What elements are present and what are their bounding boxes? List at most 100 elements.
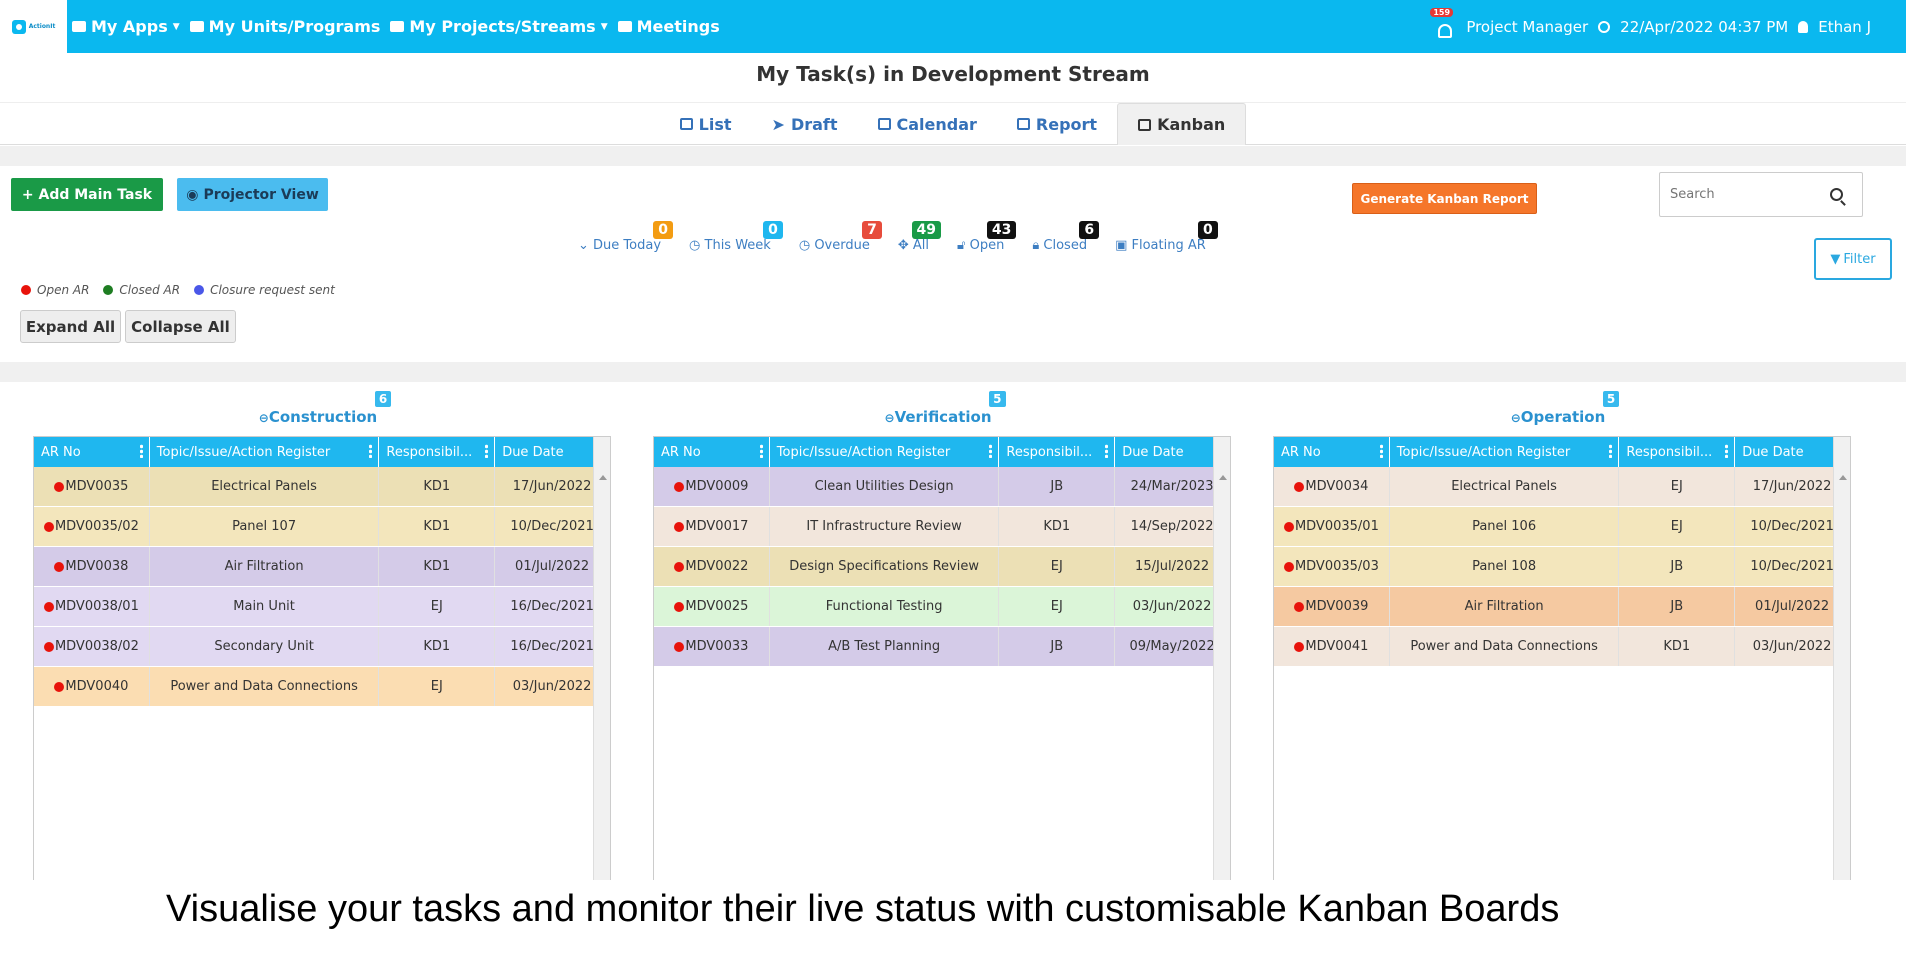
user-name[interactable]: Ethan J bbox=[1818, 18, 1871, 36]
stat-count-badge: 43 bbox=[986, 221, 1017, 239]
briefcase-icon bbox=[390, 21, 405, 32]
column-menu-icon[interactable] bbox=[1379, 444, 1383, 458]
grid-column-header[interactable]: Responsibil... bbox=[379, 437, 496, 467]
cell-ar[interactable]: MDV0022 bbox=[654, 547, 770, 586]
cell-topic: Clean Utilities Design bbox=[770, 467, 1000, 506]
divider-band bbox=[0, 362, 1906, 382]
nav-my-apps[interactable]: My Apps ▼ bbox=[72, 17, 180, 36]
column-menu-icon[interactable] bbox=[139, 444, 143, 458]
notifications-button[interactable]: 159 bbox=[1430, 7, 1456, 38]
table-row[interactable]: MDV0041 Power and Data Connections KD1 03/J… bbox=[1274, 627, 1850, 667]
table-row[interactable]: MDV0035/01 Panel 106 EJ 10/Dec/2021 bbox=[1274, 507, 1850, 547]
stat-floating-ar[interactable]: ▣ Floating AR 0 bbox=[1115, 221, 1218, 253]
table-row[interactable]: MDV0009 Clean Utilities Design JB 24/Mar/20… bbox=[654, 467, 1230, 507]
stat-all[interactable]: ✥ All 49 bbox=[898, 221, 942, 253]
cell-ar[interactable]: MDV0035 bbox=[34, 467, 150, 506]
cell-ar[interactable]: MDV0025 bbox=[654, 587, 770, 626]
grid-column-header[interactable]: AR No bbox=[654, 437, 770, 467]
column-title[interactable]: ⊖Verification 5 bbox=[885, 386, 1006, 426]
collapse-all-button[interactable]: Collapse All bbox=[125, 310, 236, 343]
table-row[interactable]: MDV0038/02 Secondary Unit KD1 16/Dec/2021 bbox=[34, 627, 610, 667]
cell-ar[interactable]: MDV0035/03 bbox=[1274, 547, 1390, 586]
cell-ar[interactable]: MDV0034 bbox=[1274, 467, 1390, 506]
cell-ar[interactable]: MDV0009 bbox=[654, 467, 770, 506]
generate-kanban-report-button[interactable]: Generate Kanban Report bbox=[1352, 183, 1537, 214]
status-dot bbox=[54, 681, 65, 692]
search-field bbox=[1659, 172, 1863, 217]
grid-column-header[interactable]: Topic/Issue/Action Register bbox=[770, 437, 1000, 467]
grid-column-header[interactable]: Topic/Issue/Action Register bbox=[150, 437, 380, 467]
nav-my-units-programs[interactable]: My Units/Programs bbox=[189, 17, 380, 36]
legend-dot bbox=[21, 285, 31, 295]
column-menu-icon[interactable] bbox=[759, 444, 763, 458]
status-dot bbox=[1294, 601, 1305, 612]
cell-ar[interactable]: MDV0039 bbox=[1274, 587, 1390, 626]
table-row[interactable]: MDV0033 A/B Test Planning JB 09/May/2022 bbox=[654, 627, 1230, 667]
add-main-task-button[interactable]: + Add Main Task bbox=[11, 178, 163, 211]
tab-kanban[interactable]: Kanban bbox=[1117, 103, 1247, 145]
grid-column-header[interactable]: AR No bbox=[1274, 437, 1390, 467]
stat-overdue[interactable]: ◷ Overdue 7 bbox=[799, 221, 882, 253]
grid-column-header[interactable]: AR No bbox=[34, 437, 150, 467]
tab-draft[interactable]: ➤ Draft bbox=[752, 103, 858, 145]
column-title[interactable]: ⊖Operation 5 bbox=[1511, 386, 1620, 426]
cell-ar[interactable]: MDV0038/01 bbox=[34, 587, 150, 626]
table-row[interactable]: MDV0040 Power and Data Connections EJ 03/Ju… bbox=[34, 667, 610, 707]
cell-ar[interactable]: MDV0035/02 bbox=[34, 507, 150, 546]
expand-all-button[interactable]: Expand All bbox=[20, 310, 121, 343]
lock-icon: 🔒︎ bbox=[1032, 238, 1040, 253]
table-row[interactable]: MDV0025 Functional Testing EJ 03/Jun/2022 bbox=[654, 587, 1230, 627]
table-row[interactable]: MDV0035 Electrical Panels KD1 17/Jun/2022 bbox=[34, 467, 610, 507]
nav-meetings[interactable]: Meetings bbox=[617, 17, 720, 36]
table-row[interactable]: MDV0039 Air Filtration JB 01/Jul/2022 bbox=[1274, 587, 1850, 627]
column-menu-icon[interactable] bbox=[1609, 444, 1613, 458]
table-row[interactable]: MDV0035/02 Panel 107 KD1 10/Dec/2021 bbox=[34, 507, 610, 547]
scroll-up-icon[interactable] bbox=[1219, 475, 1227, 480]
column-title[interactable]: ⊖Construction 6 bbox=[259, 386, 392, 426]
nav-my-projects-streams[interactable]: My Projects/Streams ▼ bbox=[390, 17, 608, 36]
stat-this-week[interactable]: ◷ This Week 0 bbox=[689, 221, 783, 253]
scroll-up-icon[interactable] bbox=[1839, 475, 1847, 480]
app-logo[interactable]: ActionIt bbox=[0, 0, 67, 53]
cell-topic: Air Filtration bbox=[150, 547, 380, 586]
projector-view-button[interactable]: ◉ Projector View bbox=[177, 178, 328, 211]
filter-button[interactable]: ▼ Filter bbox=[1814, 238, 1892, 280]
table-row[interactable]: MDV0035/03 Panel 108 JB 10/Dec/2021 bbox=[1274, 547, 1850, 587]
grid-column-header[interactable]: Responsibil... bbox=[999, 437, 1116, 467]
tab-list[interactable]: List bbox=[660, 103, 752, 145]
cell-ar[interactable]: MDV0017 bbox=[654, 507, 770, 546]
grid-scrollbar[interactable] bbox=[1213, 437, 1230, 880]
grid-scrollbar[interactable] bbox=[593, 437, 610, 880]
cell-ar[interactable]: MDV0041 bbox=[1274, 627, 1390, 666]
cell-ar[interactable]: MDV0038/02 bbox=[34, 627, 150, 666]
status-dot bbox=[674, 561, 685, 572]
table-row[interactable]: MDV0017 IT Infrastructure Review KD1 14/Sep… bbox=[654, 507, 1230, 547]
search-icon[interactable] bbox=[1830, 188, 1843, 201]
stat-due-today[interactable]: ⌄ Due Today 0 bbox=[578, 221, 674, 253]
column-menu-icon[interactable] bbox=[989, 444, 993, 458]
table-row[interactable]: MDV0038/01 Main Unit EJ 16/Dec/2021 bbox=[34, 587, 610, 627]
cell-ar[interactable]: MDV0033 bbox=[654, 627, 770, 666]
column-menu-icon[interactable] bbox=[1105, 444, 1109, 458]
stat-closed[interactable]: 🔒︎ Closed 6 bbox=[1032, 221, 1100, 253]
kanban-column: ⊖Verification 5 AR No Topic/Issue/Action Re… bbox=[640, 384, 1236, 880]
column-menu-icon[interactable] bbox=[485, 444, 489, 458]
grid-column-header[interactable]: Topic/Issue/Action Register bbox=[1390, 437, 1620, 467]
table-row[interactable]: MDV0038 Air Filtration KD1 01/Jul/2022 bbox=[34, 547, 610, 587]
column-menu-icon[interactable] bbox=[1725, 444, 1729, 458]
grid-scrollbar[interactable] bbox=[1833, 437, 1850, 880]
stat-count-badge: 0 bbox=[653, 221, 674, 239]
stat-open[interactable]: 🔓︎ Open 43 bbox=[957, 221, 1017, 253]
table-row[interactable]: MDV0034 Electrical Panels EJ 17/Jun/2022 bbox=[1274, 467, 1850, 507]
tab-calendar[interactable]: Calendar bbox=[858, 103, 997, 145]
cell-ar[interactable]: MDV0038 bbox=[34, 547, 150, 586]
cell-topic: Panel 107 bbox=[150, 507, 380, 546]
column-menu-icon[interactable] bbox=[369, 444, 373, 458]
cell-ar[interactable]: MDV0040 bbox=[34, 667, 150, 706]
grid-column-header[interactable]: Responsibil... bbox=[1619, 437, 1736, 467]
cell-ar[interactable]: MDV0035/01 bbox=[1274, 507, 1390, 546]
search-input[interactable] bbox=[1670, 187, 1830, 202]
tab-report[interactable]: Report bbox=[997, 103, 1117, 145]
table-row[interactable]: MDV0022 Design Specifications Review EJ 15/… bbox=[654, 547, 1230, 587]
scroll-up-icon[interactable] bbox=[599, 475, 607, 480]
